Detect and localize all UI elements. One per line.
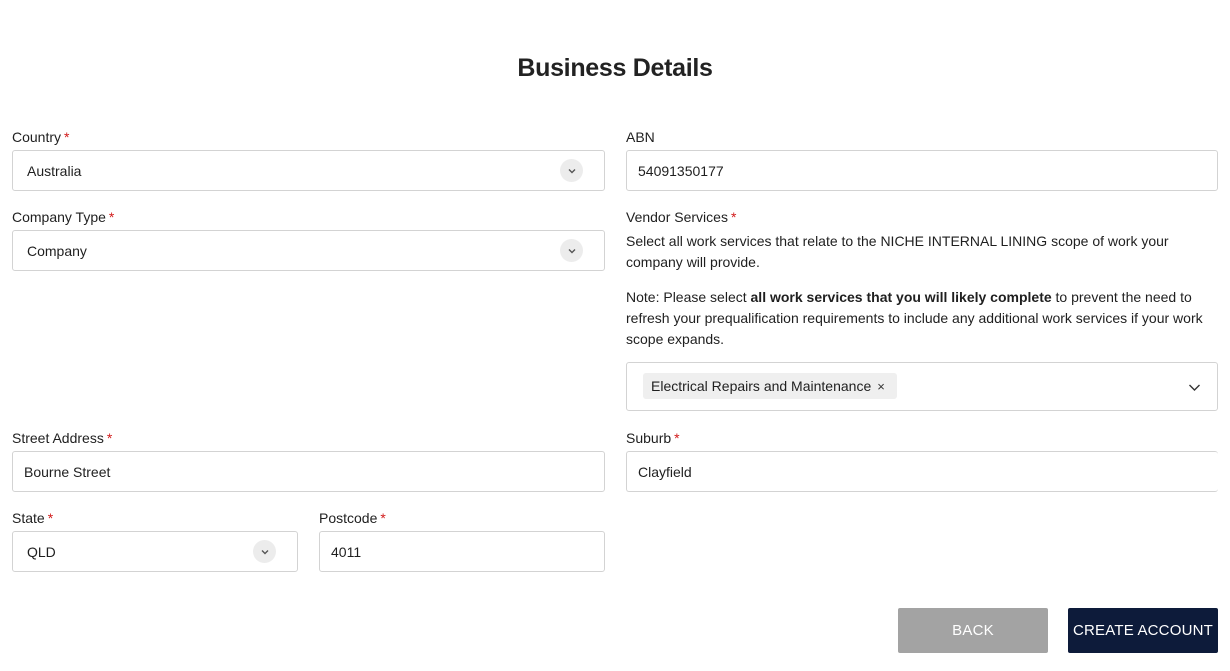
- vendor-services-note: Note: Please select all work services th…: [626, 287, 1226, 350]
- street-address-value: Bourne Street: [24, 463, 111, 480]
- company-type-select[interactable]: Company: [12, 230, 605, 271]
- chevron-down-icon[interactable]: [1188, 381, 1201, 394]
- postcode-value: 4011: [331, 543, 362, 560]
- company-type-value: Company: [27, 242, 87, 259]
- state-label-text: State: [12, 510, 45, 526]
- chip-label: Electrical Repairs and Maintenance: [651, 378, 872, 394]
- required-marker: *: [106, 430, 113, 446]
- state-value: QLD: [27, 543, 56, 560]
- required-marker: *: [47, 510, 54, 526]
- suburb-label: Suburb *: [626, 430, 680, 446]
- remove-chip-icon[interactable]: ×: [877, 379, 885, 394]
- country-label-text: Country: [12, 129, 62, 145]
- company-type-label-text: Company Type: [12, 209, 106, 225]
- abn-input[interactable]: 54091350177: [626, 150, 1218, 191]
- required-marker: *: [674, 430, 680, 446]
- chevron-down-icon[interactable]: [253, 540, 276, 563]
- abn-label: ABN: [626, 129, 655, 145]
- state-label: State *: [12, 510, 53, 526]
- postcode-label-text: Postcode: [319, 510, 378, 526]
- country-value: Australia: [27, 162, 82, 179]
- required-marker: *: [730, 209, 737, 225]
- postcode-input[interactable]: 4011: [319, 531, 605, 572]
- back-button[interactable]: BACK: [898, 608, 1048, 653]
- selected-service-chip: Electrical Repairs and Maintenance ×: [643, 373, 897, 399]
- state-select[interactable]: QLD: [12, 531, 298, 572]
- suburb-input[interactable]: Clayfield: [626, 451, 1218, 492]
- required-marker: *: [108, 209, 115, 225]
- street-address-input[interactable]: Bourne Street: [12, 451, 605, 492]
- create-account-button[interactable]: CREATE ACCOUNT: [1068, 608, 1218, 653]
- suburb-label-text: Suburb: [626, 430, 672, 446]
- vendor-services-multiselect[interactable]: Electrical Repairs and Maintenance ×: [626, 362, 1218, 411]
- abn-value: 54091350177: [638, 162, 724, 179]
- page-title: Business Details: [517, 54, 713, 82]
- country-label: Country *: [12, 129, 69, 145]
- vendor-services-label: Vendor Services *: [626, 209, 736, 225]
- vendor-services-label-text: Vendor Services: [626, 209, 728, 225]
- note-prefix: Note: Please select: [626, 289, 751, 305]
- postcode-label: Postcode *: [319, 510, 386, 526]
- company-type-label: Company Type *: [12, 209, 114, 225]
- required-marker: *: [64, 129, 70, 145]
- vendor-services-description: Select all work services that relate to …: [626, 233, 1169, 270]
- suburb-value: Clayfield: [638, 463, 692, 480]
- street-address-label-text: Street Address: [12, 430, 104, 446]
- required-marker: *: [380, 510, 386, 526]
- chevron-down-icon[interactable]: [560, 159, 583, 182]
- chevron-down-icon[interactable]: [560, 239, 583, 262]
- street-address-label: Street Address *: [12, 430, 112, 446]
- note-bold: all work services that you will likely c…: [750, 289, 1052, 305]
- country-select[interactable]: Australia: [12, 150, 605, 191]
